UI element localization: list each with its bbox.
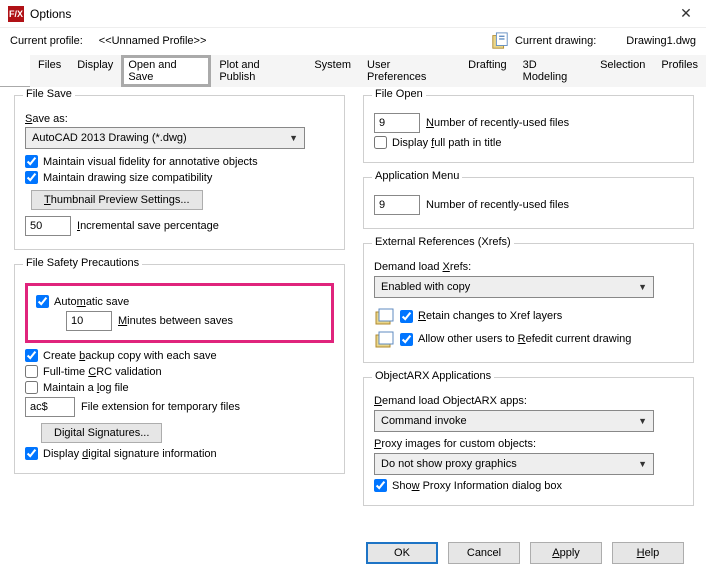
app-menu-recent-label: Number of recently-used files xyxy=(426,199,569,211)
tab-bar: Files Display Open and Save Plot and Pub… xyxy=(0,54,706,87)
thumbnail-preview-button[interactable]: Thumbnail Preview Settings... xyxy=(31,190,203,210)
tab-open-and-save[interactable]: Open and Save xyxy=(121,55,211,87)
tab-profiles[interactable]: Profiles xyxy=(653,55,706,87)
temp-file-ext-label: File extension for temporary files xyxy=(81,401,240,413)
incremental-save-input[interactable] xyxy=(25,216,71,236)
demand-load-xrefs-label: Demand load Xrefs: xyxy=(374,261,471,273)
app-icon: F/X xyxy=(8,6,24,22)
proxy-images-label: Proxy images for custom objects: xyxy=(374,438,536,450)
create-backup-checkbox[interactable]: Create backup copy with each save xyxy=(25,349,217,362)
allow-refedit-checkbox[interactable]: Allow other users to Refedit current dra… xyxy=(400,333,631,346)
chevron-down-icon: ▼ xyxy=(638,282,647,292)
refedit-icon xyxy=(374,329,394,349)
cancel-button[interactable]: Cancel xyxy=(448,542,520,564)
demand-load-xrefs-dropdown[interactable]: Enabled with copy ▼ xyxy=(374,276,654,298)
help-button[interactable]: Help xyxy=(612,542,684,564)
tab-3d-modeling[interactable]: 3D Modeling xyxy=(515,55,592,87)
chevron-down-icon: ▼ xyxy=(289,133,298,143)
apply-button[interactable]: Apply xyxy=(530,542,602,564)
minutes-between-saves-input[interactable] xyxy=(66,311,112,331)
demand-load-arx-label: Demand load ObjectARX apps: xyxy=(374,395,527,407)
minutes-between-saves-label: Minutes between saves xyxy=(118,315,233,327)
digital-signatures-button[interactable]: Digital Signatures... xyxy=(41,423,162,443)
tab-display[interactable]: Display xyxy=(69,55,121,87)
save-as-dropdown[interactable]: AutoCAD 2013 Drawing (*.dwg) ▼ xyxy=(25,127,305,149)
current-profile-value: <<Unnamed Profile>> xyxy=(99,35,207,47)
file-open-recent-label: Number of recently-used files xyxy=(426,117,569,129)
group-xrefs: External References (Xrefs) Demand load … xyxy=(363,243,694,363)
tab-plot-publish[interactable]: Plot and Publish xyxy=(211,55,306,87)
tab-selection[interactable]: Selection xyxy=(592,55,653,87)
display-signature-info-checkbox[interactable]: Display digital signature information xyxy=(25,447,217,460)
maintain-log-checkbox[interactable]: Maintain a log file xyxy=(25,381,129,394)
retain-xref-layers-checkbox[interactable]: Retain changes to Xref layers xyxy=(400,310,562,323)
close-icon[interactable]: ✕ xyxy=(674,5,698,22)
chevron-down-icon: ▼ xyxy=(638,459,647,469)
display-full-path-checkbox[interactable]: Display full path in title xyxy=(374,136,501,149)
group-file-safety: File Safety Precautions Automatic save M… xyxy=(14,264,345,474)
tab-drafting[interactable]: Drafting xyxy=(460,55,515,87)
tab-files[interactable]: Files xyxy=(30,55,69,87)
proxy-images-dropdown[interactable]: Do not show proxy graphics ▼ xyxy=(374,453,654,475)
maintain-size-checkbox[interactable]: Maintain drawing size compatibility xyxy=(25,171,212,184)
chevron-down-icon: ▼ xyxy=(638,416,647,426)
legend-file-open: File Open xyxy=(372,88,426,100)
tab-system[interactable]: System xyxy=(306,55,359,87)
group-file-save: File Save Save as: AutoCAD 2013 Drawing … xyxy=(14,95,345,250)
crc-validation-checkbox[interactable]: Full-time CRC validation xyxy=(25,365,162,378)
current-drawing-label: Current drawing: xyxy=(515,35,596,47)
automatic-save-checkbox[interactable]: Automatic save xyxy=(36,295,129,308)
group-file-open: File Open Number of recently-used files … xyxy=(363,95,694,163)
xref-layers-icon xyxy=(374,306,394,326)
save-as-label: Save as: xyxy=(25,113,68,125)
tab-user-preferences[interactable]: User Preferences xyxy=(359,55,460,87)
legend-arx: ObjectARX Applications xyxy=(372,370,494,382)
app-menu-recent-input[interactable] xyxy=(374,195,420,215)
legend-file-save: File Save xyxy=(23,88,75,100)
legend-xrefs: External References (Xrefs) xyxy=(372,236,514,248)
legend-file-safety: File Safety Precautions xyxy=(23,257,142,269)
legend-app-menu: Application Menu xyxy=(372,170,462,182)
current-profile-label: Current profile: xyxy=(10,35,83,47)
current-drawing-value: Drawing1.dwg xyxy=(626,35,696,47)
ok-button[interactable]: OK xyxy=(366,542,438,564)
file-open-recent-input[interactable] xyxy=(374,113,420,133)
incremental-save-label: Incremental save percentage xyxy=(77,220,219,232)
window-title: Options xyxy=(30,7,71,21)
drawing-icon xyxy=(491,32,509,50)
group-application-menu: Application Menu Number of recently-used… xyxy=(363,177,694,229)
temp-file-ext-input[interactable] xyxy=(25,397,75,417)
dialog-footer: OK Cancel Apply Help xyxy=(366,542,684,564)
demand-load-arx-dropdown[interactable]: Command invoke ▼ xyxy=(374,410,654,432)
maintain-visual-checkbox[interactable]: Maintain visual fidelity for annotative … xyxy=(25,155,258,168)
group-objectarx: ObjectARX Applications Demand load Objec… xyxy=(363,377,694,506)
autosave-highlight: Automatic save Minutes between saves xyxy=(25,283,334,343)
show-proxy-dialog-checkbox[interactable]: Show Proxy Information dialog box xyxy=(374,479,562,492)
